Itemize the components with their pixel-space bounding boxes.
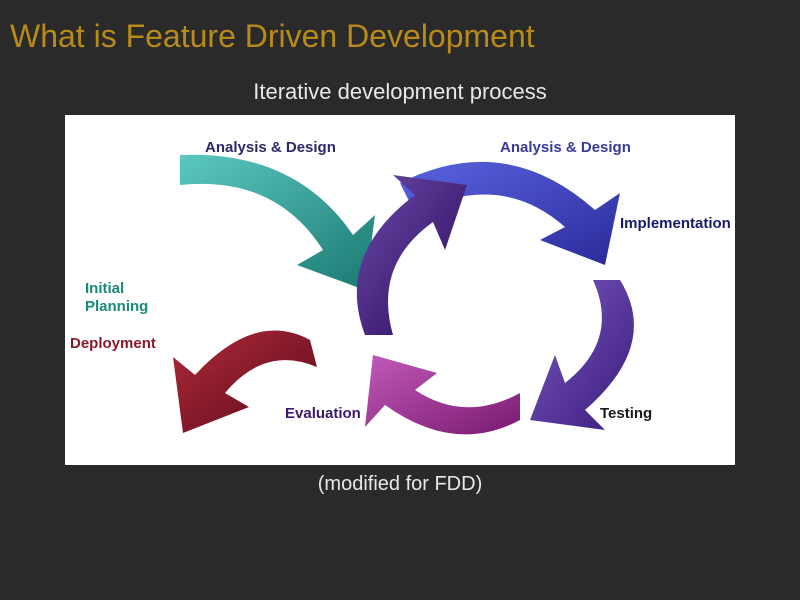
slide-caption: (modified for FDD) [0,465,800,496]
label-testing: Testing [600,405,652,423]
slide-subtitle: Iterative development process [0,59,800,115]
arrow-evaluation-to-analysis [357,175,467,335]
slide-title: What is Feature Driven Development [0,0,800,59]
label-evaluation: Evaluation [285,405,361,423]
label-analysis-design-right: Analysis & Design [500,139,631,157]
process-diagram: Analysis & Design Analysis & Design Impl… [65,115,735,465]
label-deployment: Deployment [70,335,156,353]
label-initial-planning: InitialPlanning [85,280,148,316]
label-analysis-design-left: Analysis & Design [205,139,336,157]
label-implementation: Implementation [620,215,731,233]
arrow-initial-planning [180,155,375,290]
arrow-testing-to-evaluation [365,355,520,434]
